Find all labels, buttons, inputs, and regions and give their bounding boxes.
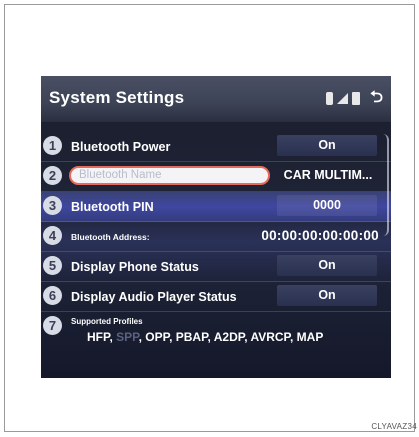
figure-caption: CLYAVAZ34 [371,422,417,431]
display-phone-status-value[interactable]: On [277,255,377,276]
bluetooth-power-value[interactable]: On [277,135,377,156]
signal-icon [337,92,349,104]
bluetooth-name-value[interactable]: CAR MULTIM... [273,165,383,186]
row-bluetooth-pin[interactable]: 3 Bluetooth PIN 0000 [41,192,391,222]
bluetooth-name-highlight[interactable]: Bluetooth Name [69,166,270,185]
supported-profiles-value: HFP, SPP, OPP, PBAP, A2DP, AVRCP, MAP [87,330,323,344]
row-bluetooth-address: 4 Bluetooth Address: 00:00:00:00:00:00 [41,222,391,252]
scrollbar[interactable] [383,134,389,236]
battery-icon [352,91,361,105]
number-badge: 5 [43,256,62,275]
bluetooth-pin-value[interactable]: 0000 [277,195,377,216]
display-audio-player-status-value[interactable]: On [277,285,377,306]
row-label: Bluetooth PIN [71,200,154,214]
number-badge: 4 [43,226,62,245]
system-settings-screen: System Settings ⮌ 1 Bluetooth Power On 2… [41,76,391,378]
row-label: Supported Profiles [71,317,143,326]
bluetooth-icon [326,91,334,105]
row-bluetooth-name[interactable]: 2 Bluetooth Name CAR MULTIM... [41,162,391,192]
profile-spp: SPP [116,330,139,344]
number-badge: 6 [43,286,62,305]
row-label: Display Audio Player Status [71,290,237,304]
number-badge: 1 [43,136,62,155]
number-badge: 2 [43,166,62,185]
bluetooth-address-value: 00:00:00:00:00:00 [261,228,379,243]
page-title: System Settings [49,88,185,107]
row-display-phone-status[interactable]: 5 Display Phone Status On [41,252,391,282]
number-badge: 7 [43,316,62,335]
number-badge: 3 [43,196,62,215]
figure-frame: System Settings ⮌ 1 Bluetooth Power On 2… [4,4,415,432]
row-label: Bluetooth Address: [71,232,150,242]
back-icon[interactable]: ⮌ [370,90,383,106]
row-bluetooth-power[interactable]: 1 Bluetooth Power On [41,132,391,162]
row-display-audio-player-status[interactable]: 6 Display Audio Player Status On [41,282,391,312]
row-supported-profiles: 7 Supported Profiles HFP, SPP, OPP, PBAP… [41,312,391,358]
header-bar: System Settings ⮌ [41,76,391,122]
row-label: Bluetooth Name [79,169,162,181]
row-label: Bluetooth Power [71,140,171,154]
status-icons: ⮌ [326,89,383,107]
profile-hfp: HFP, [87,330,113,344]
row-label: Display Phone Status [71,260,199,274]
profile-rest: , OPP, PBAP, A2DP, AVRCP, MAP [138,330,324,344]
